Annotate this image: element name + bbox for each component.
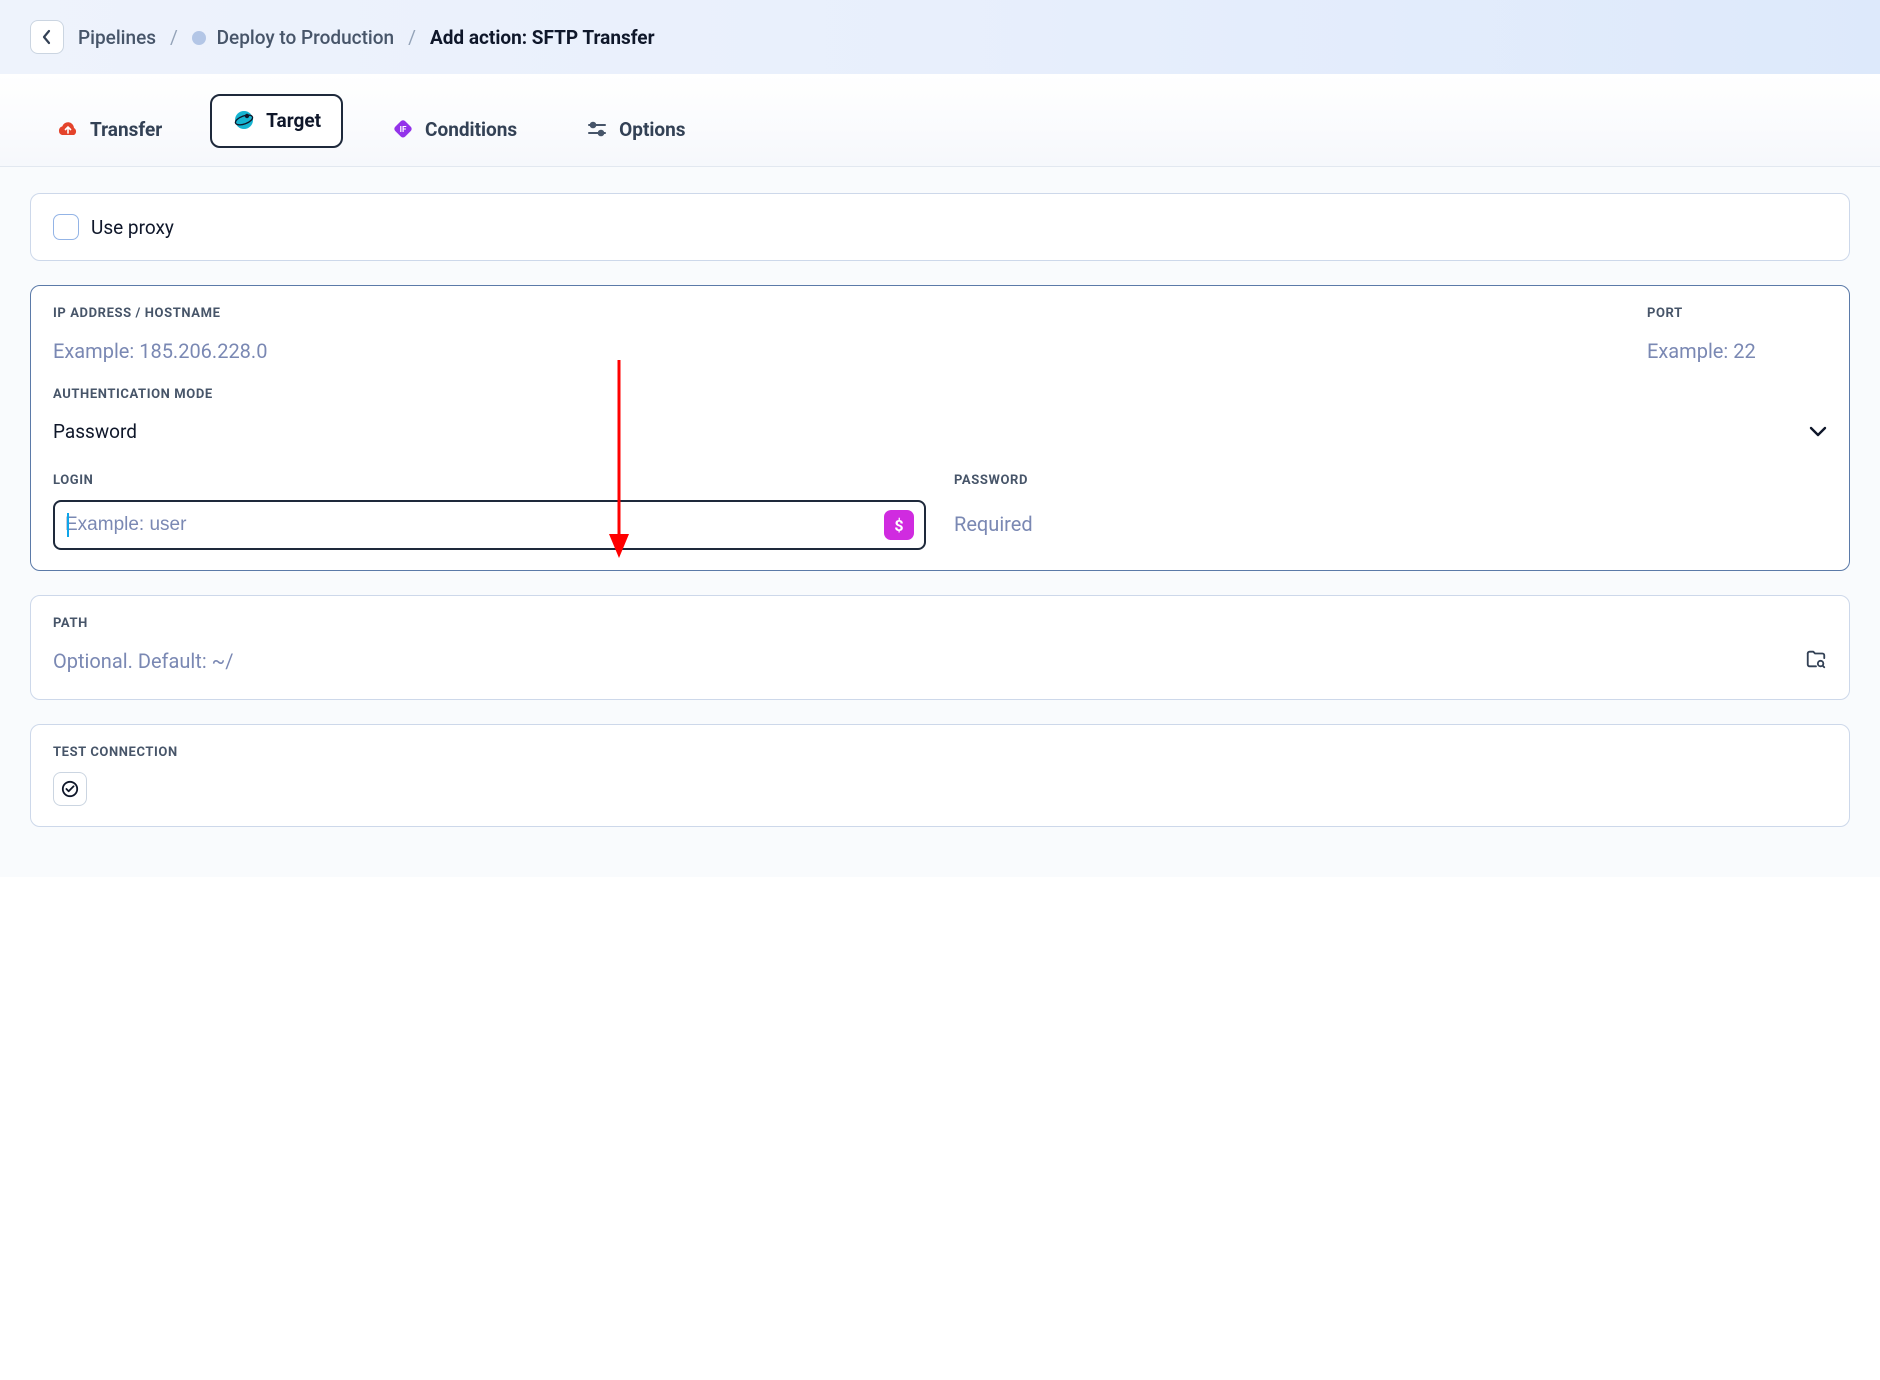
login-field[interactable] <box>65 514 874 536</box>
auth-mode-value: Password <box>53 420 137 443</box>
hostname-field[interactable]: Example: 185.206.228.0 <box>53 333 1597 387</box>
tab-label: Options <box>619 118 685 141</box>
proxy-panel: Use proxy <box>30 193 1850 261</box>
sliders-icon <box>585 117 609 141</box>
tab-conditions[interactable]: IF Conditions <box>371 105 537 155</box>
back-button[interactable] <box>30 20 64 54</box>
breadcrumb-pipelines[interactable]: Pipelines <box>78 26 156 49</box>
use-proxy-label: Use proxy <box>91 216 174 239</box>
text-cursor <box>67 513 69 537</box>
path-panel: PATH Optional. Default: ~/ <box>30 595 1850 700</box>
tab-label: Target <box>266 109 321 132</box>
globe-icon <box>232 108 256 132</box>
content-area: Use proxy IP ADDRESS / HOSTNAME Example:… <box>0 167 1880 877</box>
pipeline-status-dot <box>192 31 206 45</box>
tabs-bar: Transfer Target IF Conditions Options <box>0 74 1880 167</box>
conditions-icon: IF <box>391 117 415 141</box>
auth-mode-select[interactable]: Password <box>53 414 1827 455</box>
tab-options[interactable]: Options <box>565 105 705 155</box>
breadcrumb-pipeline-name[interactable]: Deploy to Production <box>192 26 394 49</box>
login-label: LOGIN <box>53 473 926 488</box>
path-label: PATH <box>53 616 1827 631</box>
port-field[interactable]: Example: 22 <box>1647 333 1827 387</box>
hostname-label: IP ADDRESS / HOSTNAME <box>53 306 1597 321</box>
login-field-wrap: $ <box>53 500 926 550</box>
dollar-icon: $ <box>894 516 903 535</box>
browse-path-button[interactable] <box>1805 648 1827 674</box>
insert-variable-button[interactable]: $ <box>884 510 914 540</box>
connection-panel: IP ADDRESS / HOSTNAME Example: 185.206.2… <box>30 285 1850 571</box>
auth-mode-label: AUTHENTICATION MODE <box>53 387 1827 402</box>
password-field[interactable]: Required <box>954 500 1827 548</box>
password-label: PASSWORD <box>954 473 1827 488</box>
svg-text:IF: IF <box>400 125 407 134</box>
tab-transfer[interactable]: Transfer <box>36 105 182 155</box>
use-proxy-checkbox[interactable] <box>53 214 79 240</box>
breadcrumb-current: Add action: SFTP Transfer <box>430 26 655 49</box>
breadcrumb-separator: / <box>170 26 178 49</box>
chevron-left-icon <box>41 29 53 45</box>
folder-search-icon <box>1805 648 1827 670</box>
test-connection-panel: TEST CONNECTION <box>30 724 1850 827</box>
tab-target[interactable]: Target <box>210 94 343 148</box>
tab-label: Conditions <box>425 118 517 141</box>
breadcrumb-separator: / <box>408 26 416 49</box>
test-connection-button[interactable] <box>53 772 87 806</box>
chevron-down-icon <box>1809 426 1827 438</box>
breadcrumb-bar: Pipelines / Deploy to Production / Add a… <box>0 0 1880 74</box>
check-circle-icon <box>61 780 79 798</box>
cloud-upload-icon <box>56 117 80 141</box>
path-field[interactable]: Optional. Default: ~/ <box>53 643 233 679</box>
tab-label: Transfer <box>90 118 162 141</box>
port-label: PORT <box>1647 306 1827 321</box>
test-connection-label: TEST CONNECTION <box>53 745 1827 760</box>
